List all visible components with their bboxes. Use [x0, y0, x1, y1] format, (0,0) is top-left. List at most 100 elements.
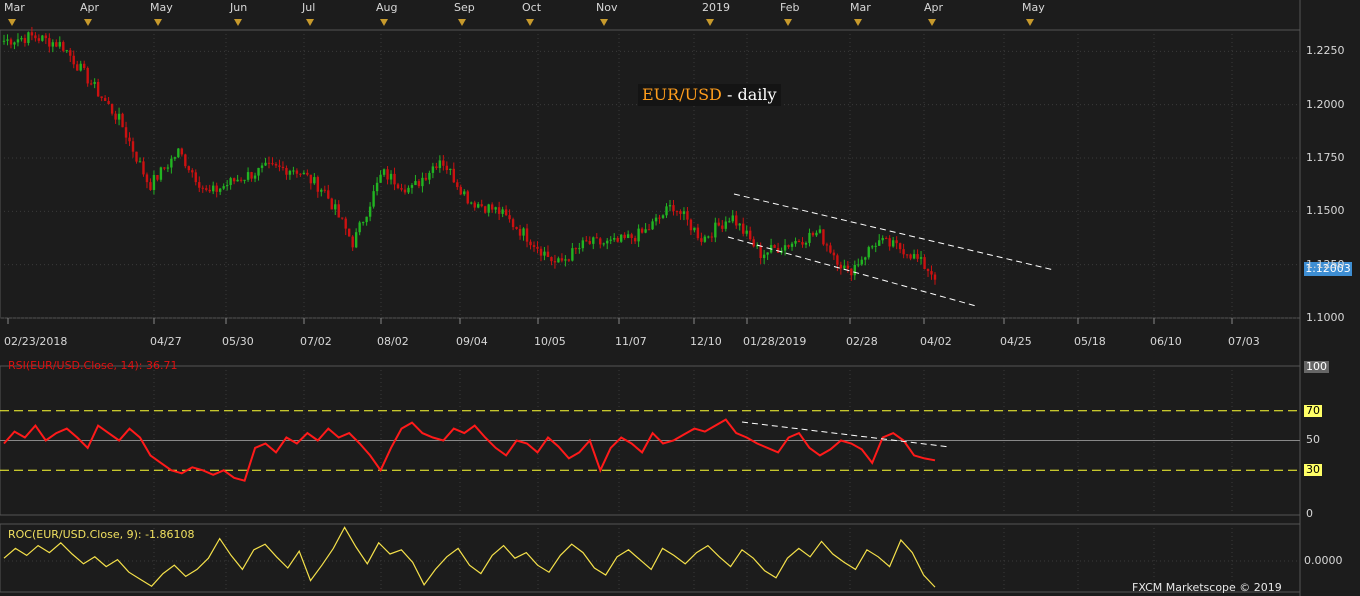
candle-down: [888, 238, 891, 247]
candle-up: [637, 228, 640, 242]
candle-down: [801, 242, 804, 245]
candle-up: [410, 185, 414, 188]
footer-copyright: FXCM Marketscope © 2019: [1132, 581, 1282, 594]
candle-up: [372, 191, 375, 207]
chart-title-pair: EUR/USD: [642, 85, 722, 104]
candle-up: [860, 259, 863, 265]
candle-down: [145, 174, 149, 183]
price-axis-label: 1.2250: [1306, 44, 1345, 58]
date-label: 09/04: [456, 335, 488, 348]
candle-down: [616, 238, 619, 242]
candle-down: [299, 173, 302, 175]
candle-up: [257, 167, 260, 176]
candle-down: [205, 188, 208, 190]
candle-down: [37, 38, 41, 41]
candle-up: [361, 222, 365, 224]
candle-up: [431, 166, 435, 173]
candle-down: [48, 38, 51, 47]
candle-up: [302, 172, 306, 175]
month-marker-icon: [706, 19, 714, 26]
candle-down: [508, 215, 511, 220]
candle-down: [55, 42, 58, 47]
month-marker-icon: [928, 19, 936, 26]
candle-down: [184, 154, 187, 167]
candle-up: [407, 187, 410, 193]
candle-down: [895, 240, 898, 244]
candle-up: [644, 229, 647, 233]
price-axis-label: 1.2000: [1306, 97, 1345, 111]
candle-down: [640, 228, 644, 233]
candle-up: [6, 39, 9, 41]
candle-down: [69, 50, 72, 56]
candle-up: [16, 39, 20, 43]
candle-down: [82, 63, 86, 68]
candle-up: [808, 232, 811, 243]
candle-up: [65, 50, 68, 52]
candle-up: [522, 228, 525, 236]
candle-down: [72, 55, 75, 65]
candle-up: [212, 185, 215, 192]
candle-down: [386, 169, 389, 180]
candle-up: [543, 251, 546, 256]
candle-up: [606, 240, 609, 244]
roc-panel-frame: [0, 523, 1301, 593]
date-label: 05/18: [1074, 335, 1106, 348]
candle-down: [76, 64, 79, 71]
candle-up: [292, 170, 295, 172]
candle-up: [494, 207, 497, 210]
candle-down: [124, 127, 128, 138]
candle-down: [480, 204, 483, 207]
date-label: 07/02: [300, 335, 332, 348]
candle-down: [822, 229, 825, 245]
candle-down: [546, 251, 550, 258]
candle-down: [62, 42, 65, 51]
candle-up: [354, 232, 358, 248]
candle-down: [466, 191, 469, 204]
rsi-level-0: 0: [1306, 507, 1313, 520]
candle-up: [602, 243, 605, 245]
candle-down: [180, 148, 184, 155]
candle-down: [309, 174, 313, 184]
candle-up: [438, 160, 442, 169]
chart-title-timeframe: - daily: [721, 85, 777, 104]
month-label: 2019: [702, 1, 730, 14]
date-label: 02/23/2018: [4, 335, 68, 348]
candle-up: [463, 191, 466, 195]
candle-up: [358, 222, 361, 233]
candle-up: [222, 186, 225, 189]
candle-up: [243, 179, 246, 181]
candle-down: [532, 245, 536, 247]
price-axis-label: 1.1750: [1306, 151, 1345, 164]
candle-up: [246, 172, 250, 180]
candle-up: [707, 236, 710, 238]
candle-down: [456, 182, 459, 188]
candle-down: [518, 228, 522, 236]
rsi-level-30: 30: [1304, 463, 1322, 476]
candle-up: [368, 206, 372, 217]
candle-up: [501, 209, 504, 214]
month-label: Apr: [924, 1, 944, 14]
candle-down: [735, 215, 738, 226]
candle-up: [58, 42, 61, 47]
candle-down: [633, 237, 637, 242]
candle-up: [334, 204, 337, 210]
candle-down: [658, 217, 661, 219]
roc-indicator-label[interactable]: ROC(EUR/USD.Close, 9): -1.86108: [8, 528, 195, 541]
rsi-indicator-label[interactable]: RSI(EUR/USD.Close, 14): 36.71: [8, 359, 177, 372]
candle-up: [724, 221, 727, 229]
date-label: 05/30: [222, 335, 254, 348]
candle-down: [142, 161, 145, 175]
candle-up: [682, 211, 686, 214]
candle-down: [902, 249, 905, 255]
month-marker-icon: [154, 19, 162, 26]
candle-up: [470, 202, 473, 204]
roc-axis-zero: 0.0000: [1304, 554, 1343, 567]
candle-up: [731, 215, 734, 222]
month-marker-icon: [1026, 19, 1034, 26]
candle-up: [728, 221, 731, 223]
candle-up: [389, 173, 393, 180]
candle-down: [278, 165, 281, 167]
candle-down: [348, 228, 351, 237]
candle-up: [804, 242, 808, 245]
month-label: Jun: [230, 1, 248, 14]
